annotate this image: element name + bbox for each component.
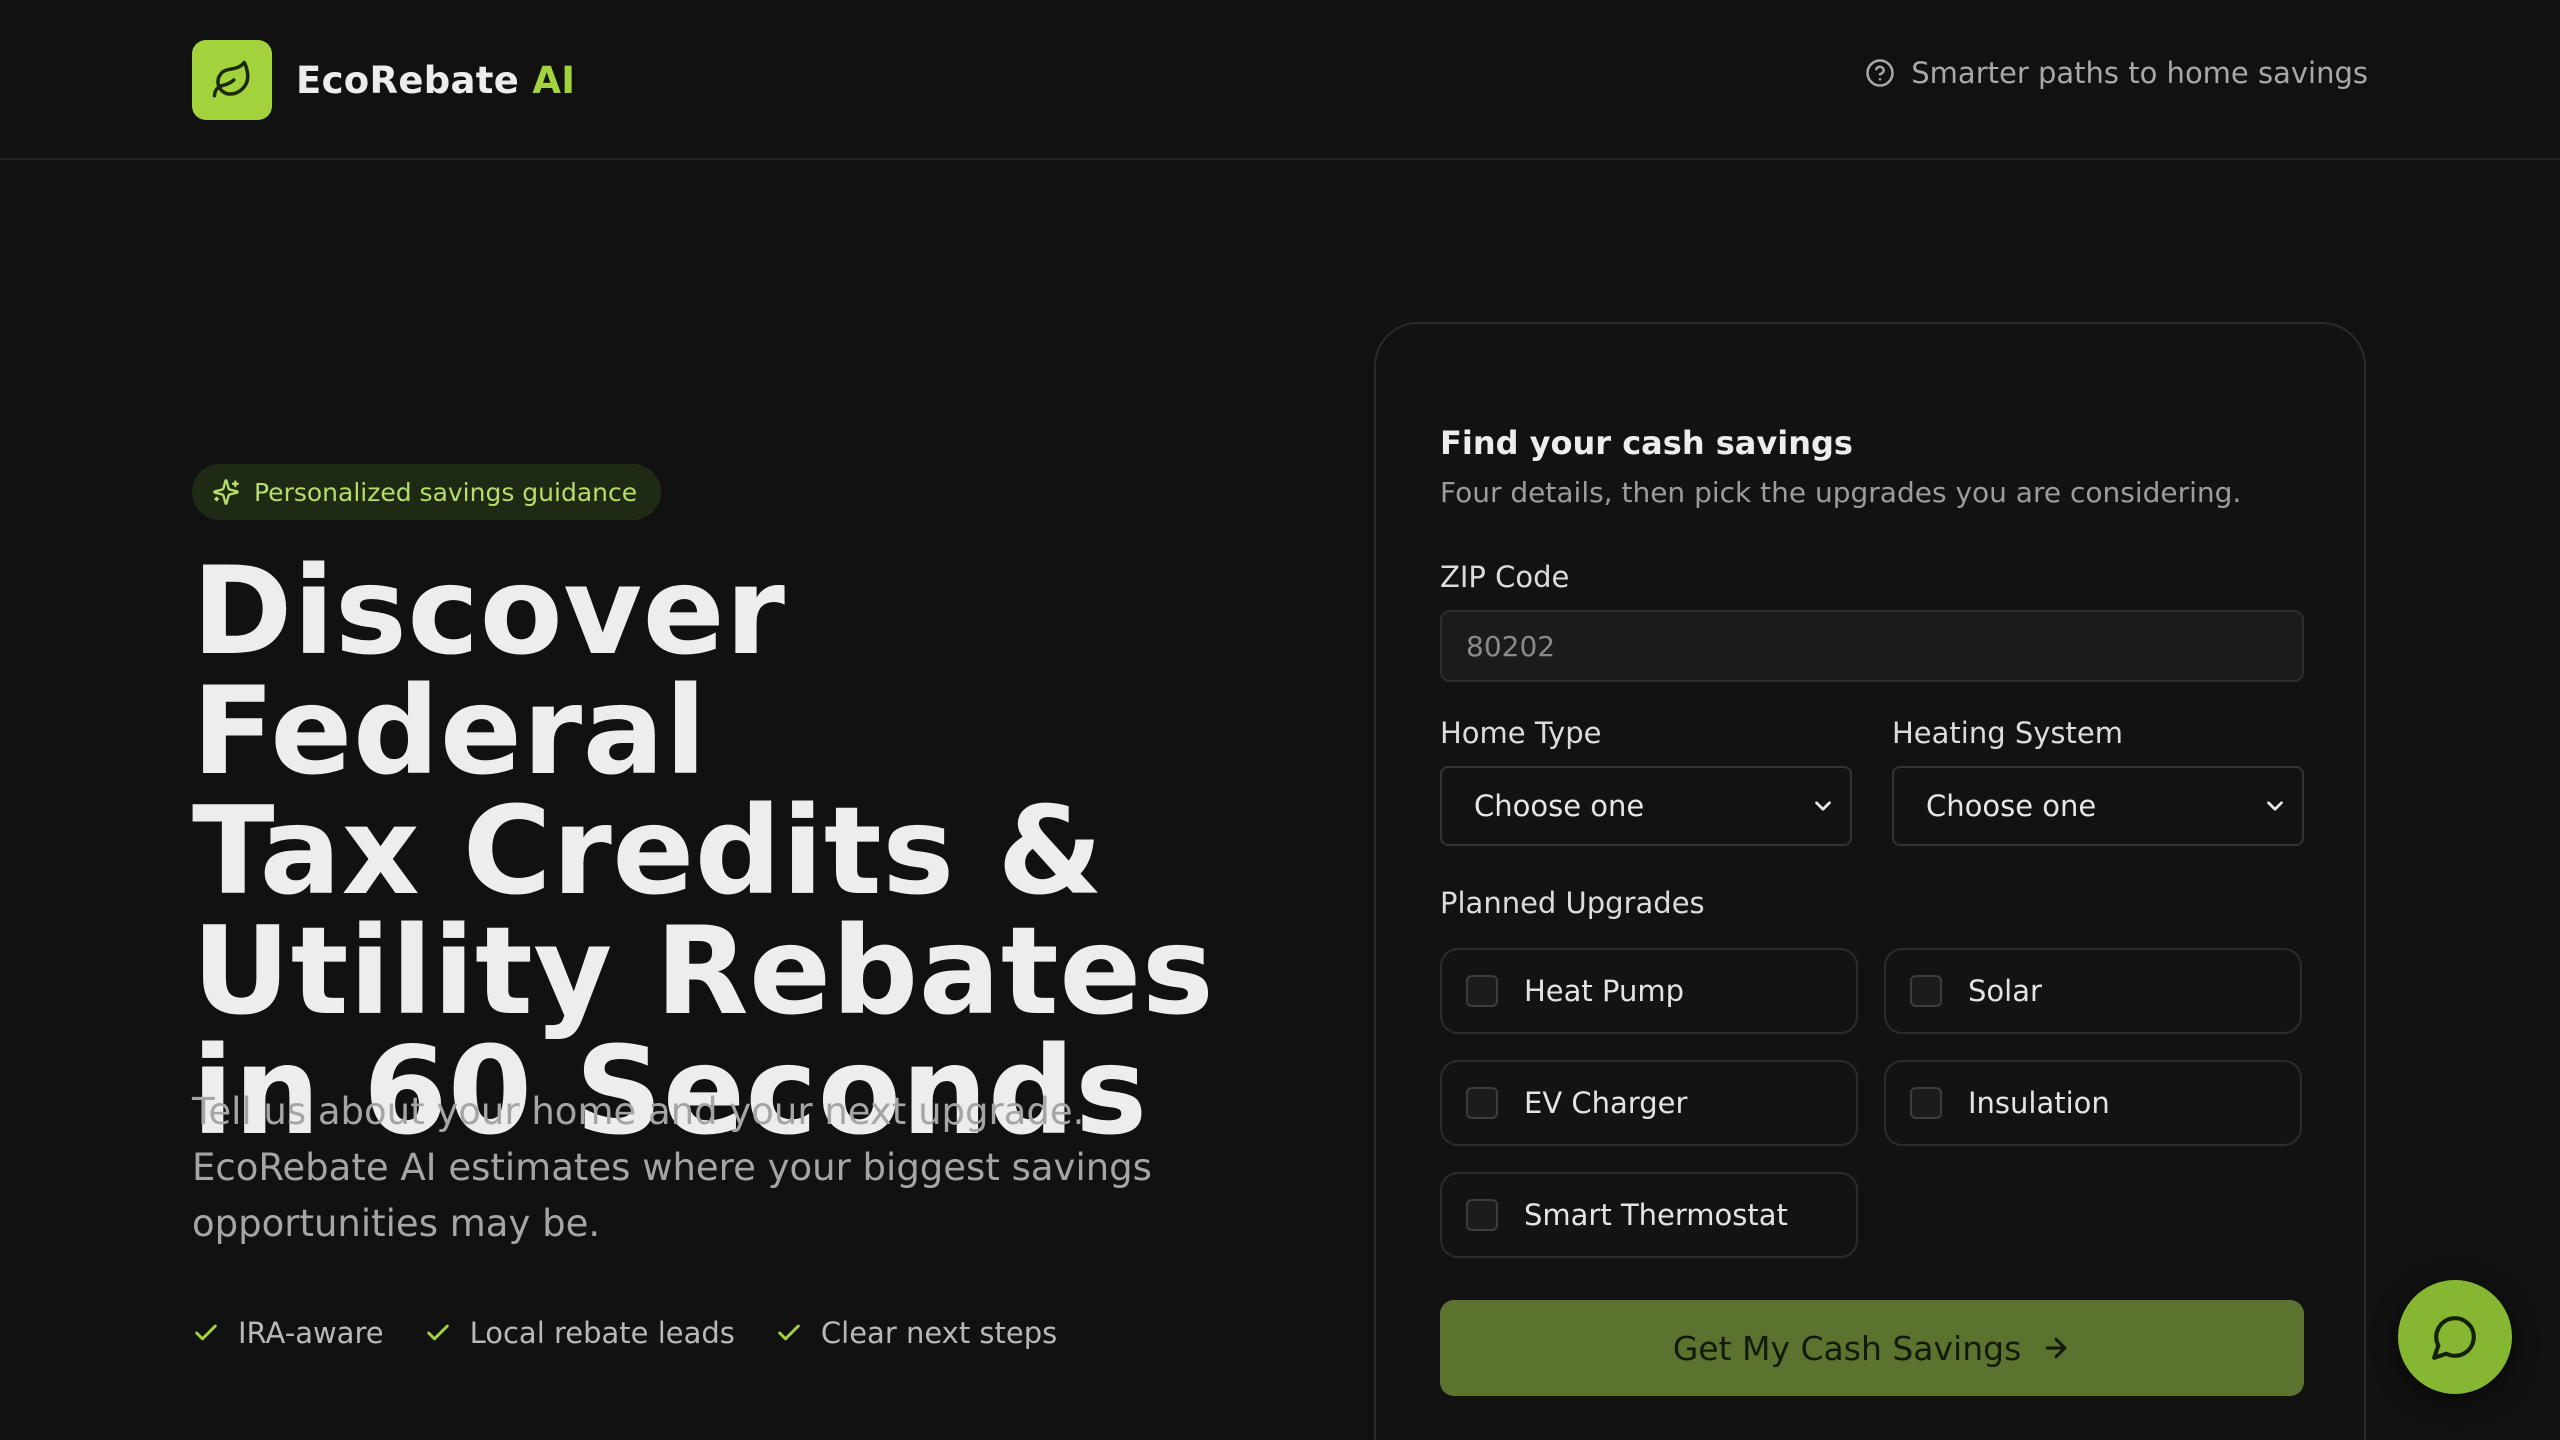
tagline-text: Smarter paths to home savings: [1911, 56, 2368, 90]
chevron-down-icon: [1815, 801, 1831, 811]
checkbox[interactable]: [1466, 1199, 1498, 1231]
leaf-icon: [192, 40, 272, 120]
header-tagline: Smarter paths to home savings: [1865, 56, 2368, 90]
checkbox[interactable]: [1466, 975, 1498, 1007]
brand-suffix: AI: [532, 58, 576, 102]
home-type-select[interactable]: Choose one: [1440, 766, 1852, 846]
arrow-right-icon: [2045, 1337, 2067, 1359]
hero-title: Discover Federal Tax Credits & Utility R…: [192, 541, 1332, 1152]
feature-label: Local rebate leads: [469, 1316, 735, 1350]
sparkles-icon: [213, 479, 239, 505]
question-circle-icon: [1866, 59, 1895, 87]
savings-form-card: Find your cash savings Four details, the…: [1374, 322, 2366, 1440]
home-type-value: Choose one: [1474, 789, 1645, 823]
form-subtitle: Four details, then pick the upgrades you…: [1440, 476, 2242, 509]
feature-label: IRA-aware: [238, 1316, 384, 1350]
heating-system-label: Heating System: [1892, 716, 2123, 750]
upgrade-option-insulation[interactable]: Insulation: [1884, 1060, 2302, 1146]
hero-title-line: Tax Credits &: [192, 781, 1104, 922]
feature-item: Local rebate leads: [424, 1316, 735, 1350]
hero-title-line: Discover Federal: [192, 541, 786, 802]
planned-upgrades-label: Planned Upgrades: [1440, 886, 1705, 920]
zip-label: ZIP Code: [1440, 560, 1570, 594]
chat-bubble-icon: [2432, 1316, 2476, 1360]
submit-label: Get My Cash Savings: [1672, 1328, 2022, 1368]
check-icon: [778, 1324, 800, 1341]
check-icon: [426, 1324, 449, 1341]
feature-list: IRA-aware Local rebate leads Clear next …: [192, 1316, 1097, 1350]
upgrade-option-smart-thermostat[interactable]: Smart Thermostat: [1440, 1172, 1858, 1258]
home-type-label: Home Type: [1440, 716, 1602, 750]
upgrade-option-label: Insulation: [1968, 1086, 2110, 1120]
checkbox[interactable]: [1910, 975, 1942, 1007]
top-navigation-bar: EcoRebate AI Smarter paths to home savin…: [0, 0, 2560, 160]
upgrade-option-solar[interactable]: Solar: [1884, 948, 2302, 1034]
feature-item: Clear next steps: [775, 1316, 1057, 1350]
guidance-badge: Personalized savings guidance: [192, 464, 662, 520]
heating-system-value: Choose one: [1926, 789, 2097, 823]
guidance-badge-text: Personalized savings guidance: [254, 477, 638, 507]
upgrade-option-ev-charger[interactable]: EV Charger: [1440, 1060, 1858, 1146]
upgrade-option-label: Solar: [1968, 974, 2042, 1008]
zip-code-input[interactable]: [1440, 610, 2304, 682]
heating-system-select[interactable]: Choose one: [1892, 766, 2304, 846]
feature-label: Clear next steps: [820, 1316, 1058, 1350]
brand-name: EcoRebate AI: [296, 59, 575, 102]
brand-name-text: EcoRebate: [296, 58, 520, 102]
chevron-down-icon: [2267, 801, 2283, 811]
checkbox[interactable]: [1910, 1087, 1942, 1119]
get-cash-savings-button[interactable]: Get My Cash Savings: [1440, 1300, 2304, 1396]
feature-item: IRA-aware: [192, 1316, 384, 1350]
upgrade-option-heat-pump[interactable]: Heat Pump: [1440, 948, 1858, 1034]
chat-button[interactable]: [2398, 1280, 2512, 1394]
checkbox[interactable]: [1466, 1087, 1498, 1119]
brand[interactable]: EcoRebate AI: [192, 40, 575, 120]
upgrade-option-label: Heat Pump: [1524, 974, 1685, 1008]
form-title: Find your cash savings: [1440, 424, 1853, 462]
check-icon: [195, 1324, 217, 1341]
upgrade-option-label: Smart Thermostat: [1524, 1198, 1788, 1232]
upgrade-option-label: EV Charger: [1524, 1086, 1688, 1120]
hero-title-line: Utility Rebates: [192, 901, 1215, 1042]
hero-subtitle: Tell us about your home and your next up…: [192, 1090, 1152, 1245]
